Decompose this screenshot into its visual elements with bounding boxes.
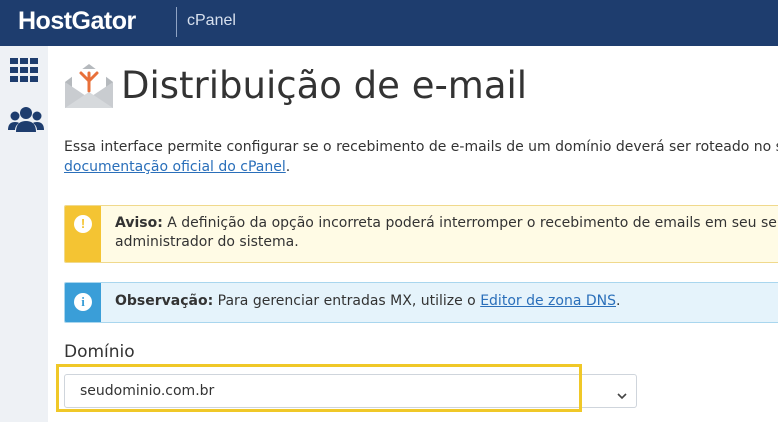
brand-divider xyxy=(176,7,177,37)
description-text: Essa interface permite configurar se o r… xyxy=(64,139,778,155)
dns-zone-editor-link[interactable]: Editor de zona DNS xyxy=(480,293,616,309)
warning-text: Aviso: A definição da opção incorreta po… xyxy=(115,214,778,252)
warning-message-line2: administrador do sistema. xyxy=(115,234,299,250)
page-description: Essa interface permite configurar se o r… xyxy=(64,137,778,177)
top-bar: HostGator cPanel xyxy=(0,0,778,46)
warning-message-line1: A definição da opção incorreta poderá in… xyxy=(167,215,778,231)
users-icon[interactable] xyxy=(8,106,44,138)
description-end: . xyxy=(285,159,291,175)
main-content: Distribuição de e-mail Essa interface pe… xyxy=(48,46,778,422)
domain-label: Domínio xyxy=(64,342,135,362)
info-text: Observação: Para gerenciar entradas MX, … xyxy=(115,292,620,311)
domain-select-value: seudominio.com.br xyxy=(80,383,215,399)
warning-label: Aviso: xyxy=(115,215,163,231)
domain-select[interactable]: seudominio.com.br xyxy=(64,374,637,408)
email-routing-icon xyxy=(64,62,114,114)
info-alert: i Observação: Para gerenciar entradas MX… xyxy=(64,282,778,323)
info-bar: i xyxy=(65,283,101,322)
exclamation-icon: ! xyxy=(74,215,92,233)
grid-icon[interactable] xyxy=(10,58,40,88)
warning-alert: ! Aviso: A definição da opção incorreta … xyxy=(64,205,778,263)
page-title: Distribuição de e-mail xyxy=(121,64,528,107)
chevron-down-icon xyxy=(616,386,628,405)
info-label: Observação: xyxy=(115,293,214,309)
warning-bar: ! xyxy=(65,206,101,262)
info-end: . xyxy=(616,293,621,309)
info-message: Para gerenciar entradas MX, utilize o xyxy=(217,293,476,309)
cpanel-docs-link[interactable]: documentação oficial do cPanel xyxy=(64,159,286,175)
product-name: cPanel xyxy=(187,12,236,29)
brand-logo[interactable]: HostGator xyxy=(18,7,136,36)
sidebar xyxy=(0,46,48,422)
info-icon: i xyxy=(74,293,92,311)
